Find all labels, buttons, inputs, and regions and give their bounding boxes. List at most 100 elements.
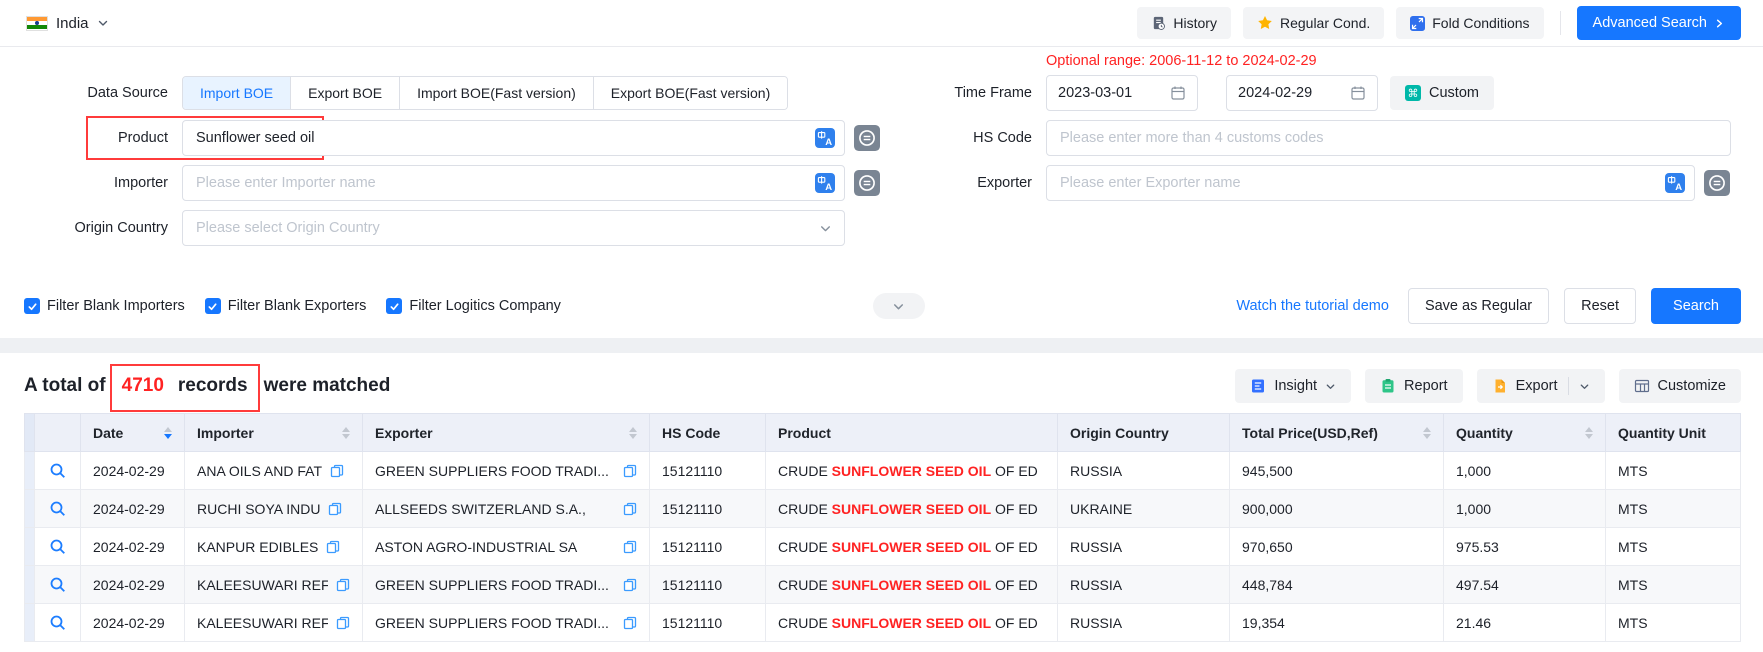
- tab-import-boe[interactable]: Import BOE: [183, 77, 291, 109]
- exporter-fuzzy-match-button[interactable]: [1704, 170, 1730, 196]
- calendar-icon[interactable]: [1170, 85, 1186, 101]
- header-date[interactable]: Date: [81, 414, 185, 452]
- history-button[interactable]: History: [1137, 7, 1231, 39]
- magnifier-icon[interactable]: [49, 576, 67, 594]
- date-from-input[interactable]: 2023-03-01: [1046, 75, 1198, 111]
- product-fuzzy-match-button[interactable]: [854, 125, 880, 151]
- tab-import-boe-fast[interactable]: Import BOE(Fast version): [400, 77, 594, 109]
- copy-icon[interactable]: [336, 578, 350, 592]
- chevron-down-icon: [892, 300, 905, 313]
- export-button[interactable]: Export: [1477, 369, 1605, 403]
- header-importer[interactable]: Importer: [185, 414, 363, 452]
- copy-icon[interactable]: [326, 540, 340, 554]
- copy-icon[interactable]: [623, 578, 637, 592]
- row-detail-cell: [35, 604, 81, 642]
- sort-control[interactable]: [1585, 427, 1593, 439]
- svg-text:A: A: [825, 137, 832, 148]
- advanced-search-label: Advanced Search: [1593, 15, 1707, 31]
- cell-hs-code: 15121110: [650, 566, 766, 604]
- search-conditions-panel: Optional range: 2006-11-12 to 2024-02-29…: [0, 47, 1763, 338]
- cell-total-price: 19,354: [1230, 604, 1444, 642]
- copy-icon[interactable]: [623, 464, 637, 478]
- translate-icon[interactable]: A: [815, 128, 835, 148]
- sort-desc-icon-active: [164, 434, 172, 439]
- header-origin-country[interactable]: Origin Country: [1058, 414, 1230, 452]
- sort-control[interactable]: [1423, 427, 1431, 439]
- copy-icon[interactable]: [623, 616, 637, 630]
- cell-date: 2024-02-29: [81, 452, 185, 490]
- cell-quantity-unit: MTS: [1606, 528, 1741, 566]
- custom-range-button[interactable]: ⌘ Custom: [1390, 76, 1494, 110]
- calendar-icon[interactable]: [1350, 85, 1366, 101]
- copy-icon[interactable]: [328, 502, 342, 516]
- divider: [1568, 377, 1569, 395]
- date-from-value: 2023-03-01: [1058, 85, 1170, 101]
- header-exporter[interactable]: Exporter: [363, 414, 650, 452]
- sort-control[interactable]: [629, 427, 637, 439]
- sort-desc-icon: [629, 434, 637, 439]
- report-button[interactable]: Report: [1365, 369, 1463, 403]
- copy-icon[interactable]: [330, 464, 344, 478]
- magnifier-icon[interactable]: [49, 614, 67, 632]
- importer-input[interactable]: [183, 166, 844, 200]
- hs-code-input-box: [1046, 120, 1731, 156]
- custom-label: Custom: [1429, 85, 1479, 101]
- tab-export-boe[interactable]: Export BOE: [291, 77, 400, 109]
- header-quantity-unit[interactable]: Quantity Unit: [1606, 414, 1741, 452]
- exporter-label: Exporter: [899, 175, 1046, 191]
- regular-cond-button[interactable]: Regular Cond.: [1243, 7, 1384, 39]
- cell-quantity-unit: MTS: [1606, 490, 1741, 528]
- magnifier-icon[interactable]: [49, 462, 67, 480]
- country-selector[interactable]: India: [26, 15, 109, 32]
- chevron-down-icon[interactable]: [1579, 381, 1590, 392]
- magnifier-icon[interactable]: [49, 538, 67, 556]
- sort-asc-icon: [164, 427, 172, 432]
- reset-button[interactable]: Reset: [1564, 288, 1636, 324]
- star-icon: [1257, 15, 1273, 31]
- history-icon: [1151, 15, 1166, 31]
- frozen-strip: [25, 604, 35, 642]
- cell-exporter: GREEN SUPPLIERS FOOD TRADI...: [363, 452, 650, 490]
- date-to-input[interactable]: 2024-02-29: [1226, 75, 1378, 111]
- hs-code-input[interactable]: [1047, 121, 1730, 155]
- translate-icon[interactable]: A: [1665, 173, 1685, 193]
- copy-icon[interactable]: [623, 502, 637, 516]
- checkbox-filter-logitics-company[interactable]: Filter Logitics Company: [386, 298, 561, 314]
- fold-conditions-button[interactable]: Fold Conditions: [1396, 7, 1543, 39]
- exporter-input[interactable]: [1047, 166, 1694, 200]
- magnifier-icon[interactable]: [49, 500, 67, 518]
- tutorial-demo-link[interactable]: Watch the tutorial demo: [1236, 298, 1389, 314]
- checkbox-filter-blank-importers[interactable]: Filter Blank Importers: [24, 298, 185, 314]
- sort-control[interactable]: [342, 427, 350, 439]
- checkbox-filter-blank-exporters[interactable]: Filter Blank Exporters: [205, 298, 367, 314]
- importer-fuzzy-match-button[interactable]: [854, 170, 880, 196]
- tab-export-boe-fast[interactable]: Export BOE(Fast version): [594, 77, 788, 109]
- cell-importer: KANPUR EDIBLES: [185, 528, 363, 566]
- header-quantity[interactable]: Quantity: [1444, 414, 1606, 452]
- header-hs-code[interactable]: HS Code: [650, 414, 766, 452]
- cell-origin-country: RUSSIA: [1058, 528, 1230, 566]
- search-button[interactable]: Search: [1651, 288, 1741, 324]
- origin-country-select[interactable]: Please select Origin Country: [182, 210, 845, 246]
- header-product[interactable]: Product: [766, 414, 1058, 452]
- copy-icon[interactable]: [336, 616, 350, 630]
- collapse-conditions-button[interactable]: [873, 293, 925, 319]
- customize-button[interactable]: Customize: [1619, 369, 1742, 403]
- checkbox-checked-icon: [24, 298, 40, 314]
- sort-control[interactable]: [164, 427, 172, 439]
- header-total-price[interactable]: Total Price(USD,Ref): [1230, 414, 1444, 452]
- save-as-regular-button[interactable]: Save as Regular: [1408, 288, 1549, 324]
- frozen-strip: [25, 566, 35, 604]
- insight-button[interactable]: Insight: [1235, 369, 1351, 403]
- chevron-down-icon: [1325, 381, 1336, 392]
- svg-text:A: A: [825, 182, 832, 193]
- cell-origin-country: RUSSIA: [1058, 566, 1230, 604]
- total-prefix: A total of: [24, 375, 106, 397]
- country-name: India: [56, 15, 89, 32]
- sort-asc-icon: [629, 427, 637, 432]
- product-input[interactable]: [183, 121, 844, 155]
- translate-icon[interactable]: A: [815, 173, 835, 193]
- advanced-search-button[interactable]: Advanced Search: [1577, 6, 1741, 40]
- cell-origin-country: UKRAINE: [1058, 490, 1230, 528]
- copy-icon[interactable]: [623, 540, 637, 554]
